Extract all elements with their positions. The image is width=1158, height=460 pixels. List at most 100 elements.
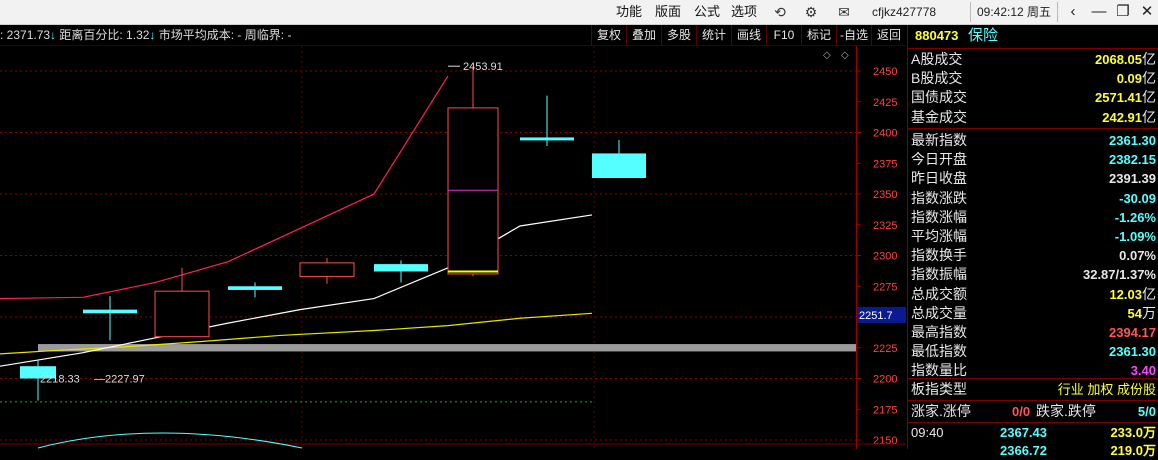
user-id[interactable]: cfjkz427778	[872, 0, 936, 24]
stat-label: 最新指数	[911, 132, 967, 148]
settings-icon[interactable]: ⚙	[801, 2, 821, 22]
stat-row: 国债成交 2571.41亿	[908, 88, 1158, 107]
toolbar-fuquan[interactable]: 复权	[591, 25, 626, 45]
toolbar-draw-line[interactable]: 画线	[731, 25, 766, 45]
stat-row: 指数涨跌 -30.09	[908, 189, 1158, 208]
candle-body	[228, 286, 282, 290]
stat-row: 总成交量 54万	[908, 304, 1158, 323]
toolbar-f10[interactable]: F10	[766, 25, 801, 45]
stat-value: 32.87/1.37%	[1083, 265, 1156, 284]
stat-number: 12.03	[1109, 286, 1142, 302]
stat-unit: 亿	[1142, 70, 1156, 87]
stat-number: 2394.17	[1109, 325, 1156, 340]
stat-row: 指数换手 0.07%	[908, 246, 1158, 265]
menu-options[interactable]: 选项	[731, 0, 757, 24]
toolbar-statistics[interactable]: 统计	[696, 25, 731, 45]
down-arrow-icon: ↓	[50, 28, 57, 42]
stat-row: 昨日收盘 2391.39	[908, 169, 1158, 188]
candlestick-chart[interactable]: 2450242524002375235023252300227522502225…	[0, 46, 906, 449]
stat-label: 指数振幅	[911, 266, 967, 283]
stat-value: 2394.17	[1109, 323, 1156, 342]
info-prefix: : 2371.73	[0, 28, 51, 42]
y-tick-label: 2200	[873, 374, 897, 386]
refresh-icon[interactable]: ⟲	[770, 2, 790, 22]
stat-value: 54万	[1128, 304, 1156, 323]
stat-row: B股成交 0.09亿	[908, 69, 1158, 88]
tick-row: 2366.72 219.0万	[908, 441, 1158, 460]
stat-row: 总成交额 12.03亿	[908, 285, 1158, 304]
restore-button[interactable]: ❐	[1110, 0, 1136, 24]
menu-function[interactable]: 功能	[616, 0, 642, 24]
stat-number: 0.07%	[1119, 248, 1156, 264]
info-distance: 距离百分比: 1.32	[59, 28, 150, 42]
stat-value: 2571.41亿	[1095, 88, 1156, 107]
y-tick-label: 2375	[873, 158, 897, 170]
stat-value: 242.91亿	[1102, 108, 1156, 127]
title-bar: 功能 版面 公式 选项 ⟲ ⚙ ✉ cfjkz427778 09:42:12 周…	[0, 0, 1158, 25]
close-button[interactable]: ✕	[1134, 0, 1158, 24]
tick-volume: 219.0万	[1110, 443, 1156, 458]
tick-price: 2366.72	[1000, 443, 1047, 458]
stat-row: 指数振幅 32.87/1.37%	[908, 265, 1158, 284]
y-tick-label: 2300	[873, 251, 897, 263]
menu-layout[interactable]: 版面	[655, 0, 681, 24]
y-tick-label: 2450	[873, 66, 897, 78]
index-type-label: 板指类型	[911, 381, 967, 397]
mail-icon[interactable]: ✉	[834, 2, 854, 22]
stat-number: 2361.30	[1109, 344, 1156, 360]
stat-number: 54	[1127, 305, 1142, 321]
stat-number: 2391.39	[1109, 171, 1156, 187]
toolbar-back[interactable]: 返回	[871, 25, 906, 45]
stat-number: 242.91	[1102, 109, 1142, 125]
tick-row: 09:40 2367.43 233.0万	[908, 423, 1158, 442]
y-tick-label: 2425	[873, 97, 897, 109]
stat-number: -30.09	[1119, 190, 1156, 206]
stat-label: 最低指数	[911, 343, 967, 360]
low-label: 2218.33	[40, 374, 80, 386]
stat-row: 今日开盘 2382.15	[908, 150, 1158, 169]
stat-unit: 亿	[1142, 51, 1156, 67]
menu-formula[interactable]: 公式	[694, 0, 720, 24]
y-tick-label: 2150	[873, 435, 897, 447]
y-tick-label: 2325	[873, 220, 897, 232]
index-info-panel: 880473 保险 A股成交 2068.05亿 B股成交 0.09亿 国债成交 2571.…	[907, 25, 1158, 458]
tick-time: 09:40	[911, 425, 944, 440]
stat-value: 2382.15	[1109, 150, 1156, 169]
toolbar-mark[interactable]: 标记	[801, 25, 836, 45]
low2-label: —2227.97	[94, 374, 145, 386]
toolbar-multi-stock[interactable]: 多股	[661, 25, 696, 45]
stat-row: 平均涨幅 -1.09%	[908, 227, 1158, 246]
y-tick-label: 2275	[873, 281, 897, 293]
stat-value: 2361.30	[1109, 342, 1156, 361]
info-cost: 市场平均成本: -	[158, 28, 242, 42]
current-price-label: 2251.7	[859, 310, 893, 322]
stat-label: 今日开盘	[911, 151, 967, 168]
minimize-button[interactable]: —	[1086, 0, 1112, 24]
stat-number: 2382.15	[1109, 152, 1156, 168]
divider	[908, 128, 1158, 129]
stat-row: 最新指数 2361.30	[908, 131, 1158, 150]
tick-volume: 233.0万	[1110, 425, 1156, 440]
stat-label: 指数换手	[911, 247, 967, 264]
stat-value: 0.09亿	[1117, 69, 1156, 88]
candle-body	[447, 107, 499, 275]
divider	[908, 48, 1158, 49]
stat-label: B股成交	[911, 70, 963, 87]
toolbar-watchlist[interactable]: -自选	[836, 25, 871, 45]
stat-label: 指数涨幅	[911, 208, 967, 225]
stat-value: 0.07%	[1119, 246, 1156, 265]
stat-unit: 亿	[1142, 285, 1156, 302]
ma-white-line	[0, 214, 593, 367]
clock: 09:42:12 周五	[970, 2, 1058, 22]
index-name: 保险	[968, 27, 999, 44]
candle-body	[592, 153, 646, 179]
support-band	[38, 344, 856, 352]
stat-label: A股成交	[911, 51, 963, 67]
toolbar-overlay[interactable]: 叠加	[626, 25, 661, 45]
stat-number: 32.87/1.37%	[1082, 267, 1156, 283]
divider	[908, 378, 1158, 379]
back-button[interactable]: ‹	[1060, 0, 1086, 24]
high-label: 2453.91	[463, 61, 503, 73]
stat-number: 0.09	[1116, 71, 1142, 87]
stat-label: 基金成交	[911, 108, 967, 125]
